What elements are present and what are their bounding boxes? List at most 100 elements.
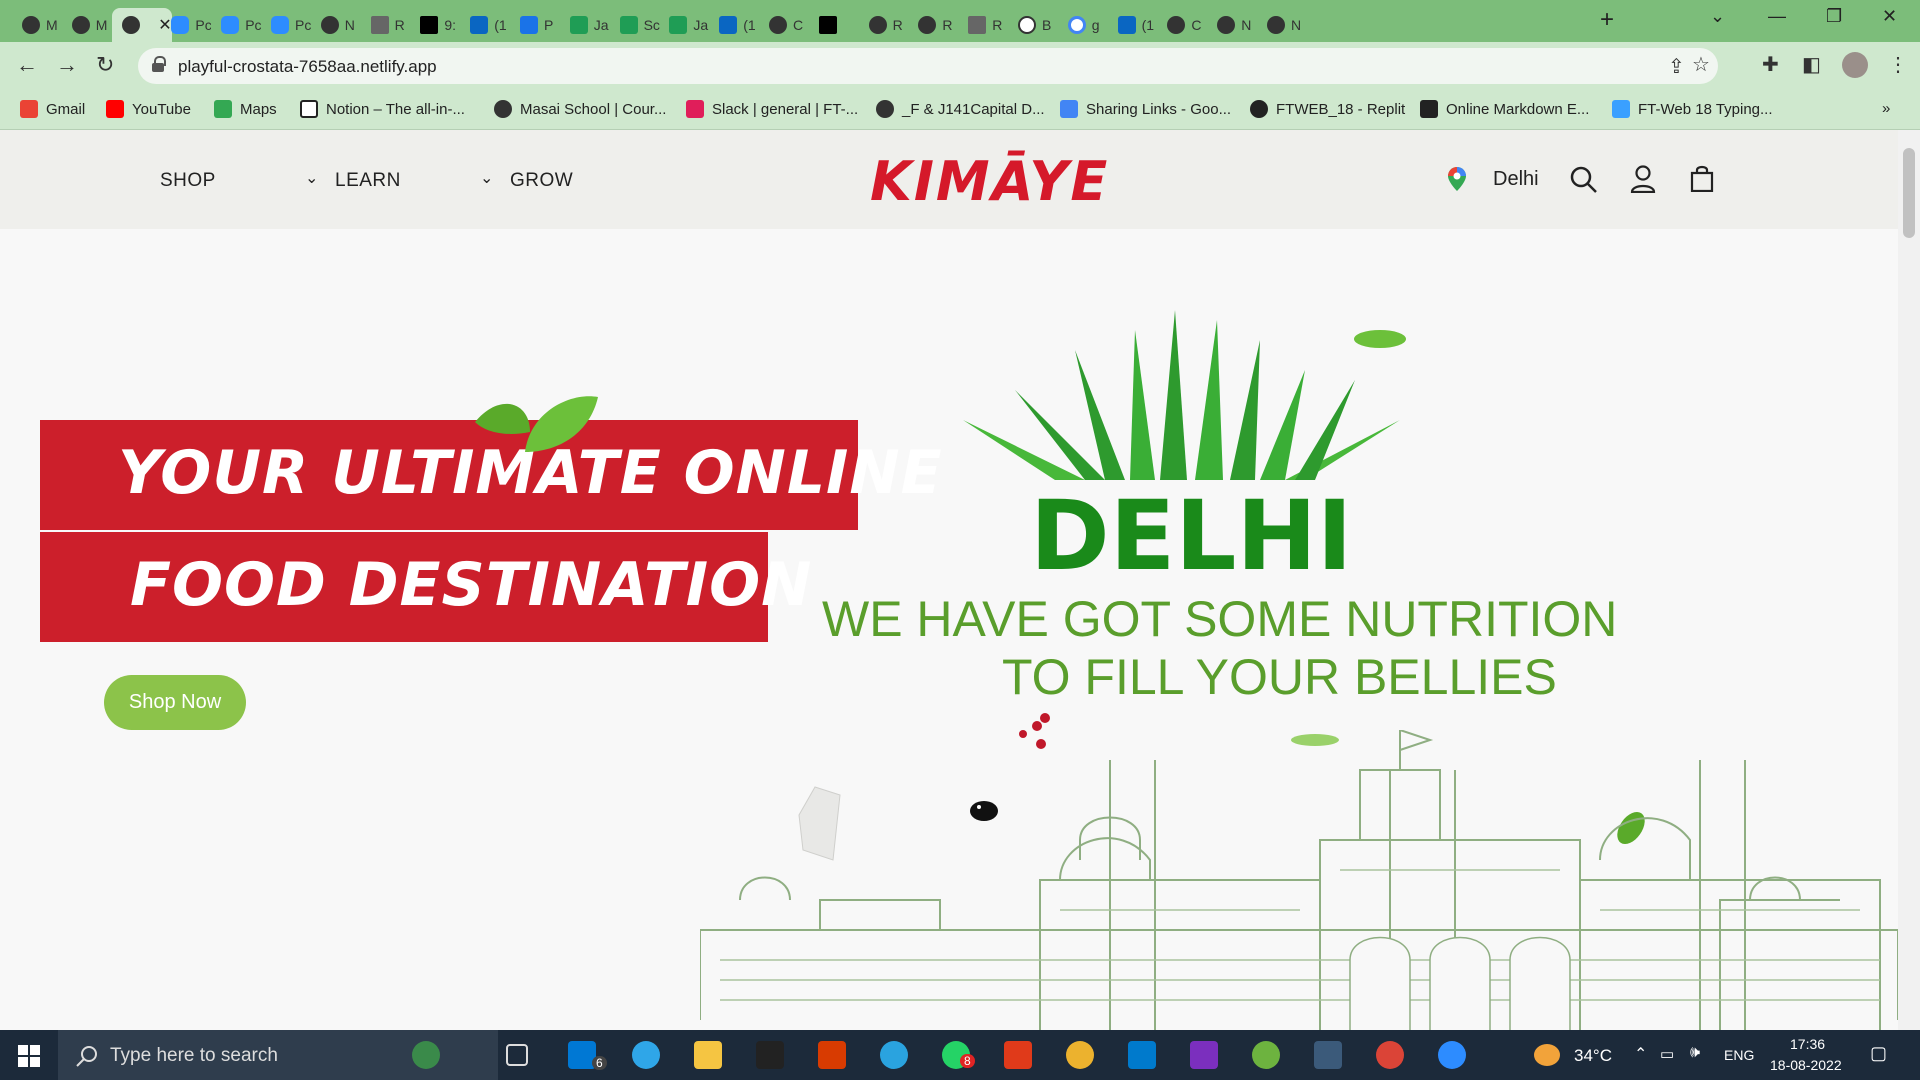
nav-shop[interactable]: SHOP [160,170,216,192]
zoom-icon[interactable] [1438,1041,1466,1069]
chevron-down-icon[interactable]: ⌄ [305,168,318,188]
bookmark-notion[interactable]: Notion – The all-in-... [300,100,465,118]
side-panel-icon[interactable]: ◧ [1802,52,1821,77]
hero-city-title: DELHI [1030,480,1353,592]
close-window-button[interactable]: ✕ [1882,6,1897,27]
bookmark-youtube[interactable]: YouTube [106,100,191,118]
scrollbar-thumb[interactable] [1903,148,1915,238]
bookmark-typing[interactable]: FT-Web 18 Typing... [1612,100,1773,118]
tab-title: Pc [195,17,212,33]
weather-icon[interactable] [1534,1044,1560,1066]
notifications-icon[interactable]: ▢ [1870,1043,1887,1064]
replit-icon [1250,100,1268,118]
bookmark-maps[interactable]: Maps [214,100,277,118]
new-tab-button[interactable]: + [1600,6,1614,34]
green-icon [569,16,588,34]
volume-icon[interactable]: 🕪 [1690,1044,1700,1062]
bookmark-sharing-links[interactable]: Sharing Links - Goo... [1060,100,1231,118]
file-explorer-icon[interactable] [694,1041,722,1069]
spring-icon[interactable] [1252,1041,1280,1069]
bookmark-masai[interactable]: Masai School | Cour... [494,100,666,118]
hero-banner-line-1: YOUR ULTIMATE ONLINE [40,420,942,530]
extensions-puzzle-icon[interactable]: ✚ [1762,52,1779,77]
tab-title: (1 [494,17,507,33]
bookmark-label: _F & J141Capital D... [902,100,1045,118]
tray-chevron-icon[interactable]: ⌃ [1634,1044,1647,1064]
intellij-icon[interactable] [1190,1041,1218,1069]
chrome-icon[interactable] [1376,1041,1404,1069]
task-view-icon[interactable] [506,1044,528,1066]
shop-now-button[interactable]: Shop Now [104,675,246,730]
tab-title: N [1291,17,1302,33]
bookmark-markdown[interactable]: Online Markdown E... [1420,100,1589,118]
tab-title: Pc [295,17,311,33]
powerpoint-icon[interactable] [1004,1041,1032,1069]
edge-icon[interactable] [632,1041,660,1069]
lock-icon[interactable] [152,56,166,72]
back-arrow-icon[interactable]: ← [16,52,38,78]
location-pin-icon[interactable] [1447,166,1467,192]
face-icon [370,16,389,34]
notion-icon [300,100,318,118]
vscode-icon[interactable] [1128,1041,1156,1069]
bookmark-label: Gmail [46,100,86,118]
restore-button[interactable]: ❐ [1826,6,1842,27]
bookmarks-more-button[interactable]: » [1882,100,1890,117]
bookmark-capital[interactable]: _F & J141Capital D... [876,100,1045,118]
temperature-text[interactable]: 34°C [1574,1046,1612,1066]
office-icon[interactable] [818,1041,846,1069]
nav-learn[interactable]: LEARN [335,170,401,192]
reload-icon[interactable]: ↻ [96,52,114,78]
gmail-icon [20,100,38,118]
address-bar[interactable]: playful-crostata-7658aa.netlify.app ⇪ ☆ [138,48,1718,84]
nav-grow[interactable]: GROW [510,170,573,192]
globe-icon [494,100,512,118]
page-scrollbar[interactable] [1898,130,1920,1030]
mysql-icon[interactable] [1314,1041,1342,1069]
chevron-down-icon[interactable]: ⌄ [480,168,493,188]
clock-date[interactable]: 18-08-2022 [1770,1057,1842,1073]
bookmark-label: Sharing Links - Goo... [1086,100,1232,118]
user-account-icon[interactable] [1630,165,1656,193]
menu-kebab-icon[interactable]: ⋮ [1888,52,1908,77]
url-text[interactable]: playful-crostata-7658aa.netlify.app [178,57,437,77]
city-selector[interactable]: Delhi [1493,168,1539,191]
bookmark-gmail[interactable]: Gmail [20,100,85,118]
battery-icon[interactable]: ▭ [1660,1045,1674,1063]
bookmark-label: Masai School | Cour... [520,100,667,118]
slack-icon[interactable] [1066,1041,1094,1069]
taskbar-search-box[interactable]: Type here to search [58,1030,498,1080]
vue-icon [619,16,638,34]
site-logo[interactable]: KIMĀYE [870,150,1109,213]
telegram-icon[interactable] [880,1041,908,1069]
globe-icon [121,16,140,34]
forward-arrow-icon[interactable]: → [56,52,78,78]
profile-avatar[interactable] [1842,52,1868,78]
hero-banner-line-2: FOOD DESTINATION [40,532,811,642]
clock-time[interactable]: 17:36 [1790,1036,1825,1052]
markdown-icon [1420,100,1438,118]
shopping-bag-icon[interactable] [1690,164,1714,192]
minimize-button[interactable]: — [1768,6,1786,27]
slack-icon [686,100,704,118]
face-icon [968,16,987,34]
browser-tab[interactable]: N [1257,8,1315,42]
bookmark-replit[interactable]: FTWEB_18 - Replit [1250,100,1405,118]
bookmark-slack[interactable]: Slack | general | FT-... [686,100,858,118]
bookmark-star-icon[interactable]: ☆ [1692,52,1710,77]
share-icon[interactable]: ⇪ [1668,54,1685,79]
google-docs-icon [1060,100,1078,118]
language-indicator[interactable]: ENG [1724,1047,1754,1063]
tab-search-chevron-icon[interactable]: ⌄ [1710,6,1725,27]
bolt-app-icon[interactable] [756,1041,784,1069]
tab-title: R [892,17,903,33]
search-icon[interactable] [1570,166,1598,194]
google-icon [1067,16,1086,34]
grass-illustration [963,310,1400,480]
globe-icon [876,100,894,118]
windows-start-icon[interactable] [18,1045,40,1067]
tab-title: M [46,17,58,33]
hero-tagline-line-1: WE HAVE GOT SOME NUTRITION [822,591,1618,647]
globe-icon [769,16,787,34]
search-highlight-icon[interactable] [412,1041,440,1069]
